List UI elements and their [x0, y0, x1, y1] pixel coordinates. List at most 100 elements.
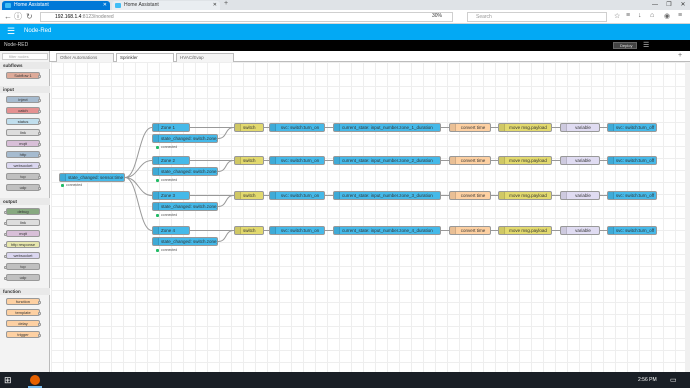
turn-on-node[interactable]: svc: switch:turn_on — [269, 191, 325, 200]
palette-node-link[interactable]: link — [6, 129, 41, 136]
close-tab-icon[interactable]: ✕ — [103, 1, 107, 10]
palette-node-delay[interactable]: delay — [6, 320, 41, 327]
palette-node-link[interactable]: link — [4, 219, 40, 226]
palette-node-port — [4, 221, 7, 225]
convert-time-node[interactable]: convert time — [449, 226, 491, 235]
url-bar[interactable]: 192.168.1.4:8123/nodered — [40, 12, 453, 22]
variable-node[interactable]: variable — [560, 156, 600, 165]
node-red-menu-icon[interactable]: ☰ — [643, 41, 649, 49]
move-payload-node[interactable]: move msg.payload — [498, 156, 552, 165]
browser-menu-icon[interactable]: ≡ — [678, 12, 682, 19]
palette-node-mqtt[interactable]: mqtt — [6, 140, 41, 147]
turn-off-node[interactable]: svc: switch:turn_off — [607, 191, 657, 200]
palette-node-udp[interactable]: udp — [6, 184, 41, 191]
tab-other-automations[interactable]: Other Automations — [56, 53, 114, 62]
hamburger-menu-icon[interactable]: ☰ — [7, 26, 15, 37]
palette-node-websocket[interactable]: websocket — [6, 162, 41, 169]
search-input[interactable]: Search — [467, 12, 607, 22]
turn-off-node[interactable]: svc: switch:turn_off — [607, 226, 657, 235]
turn-on-node[interactable]: svc: switch:turn_on — [269, 226, 325, 235]
convert-time-node[interactable]: convert time — [449, 156, 491, 165]
palette-category-output[interactable]: output — [0, 198, 50, 205]
canvas-scrollbar[interactable] — [685, 62, 690, 372]
info-icon[interactable]: ⓘ — [14, 12, 22, 22]
switch-state-node[interactable]: state_changed: switch.zone_4 — [152, 237, 218, 246]
zone-inject-node[interactable]: Zone 1 — [152, 123, 190, 132]
switch-node[interactable]: switch — [234, 156, 264, 165]
variable-node[interactable]: variable — [560, 226, 600, 235]
zoom-level[interactable]: 30% — [432, 13, 442, 19]
current-state-node[interactable]: current_state: input_number.zone_1_durat… — [333, 123, 441, 132]
star-icon[interactable]: ☆ — [614, 12, 620, 20]
switch-state-node[interactable]: state_changed: switch.zone_3 — [152, 202, 218, 211]
turn-on-node[interactable]: svc: switch:turn_on — [269, 123, 325, 132]
turn-off-node[interactable]: svc: switch:turn_off — [607, 123, 657, 132]
maximize-button[interactable]: ❐ — [662, 0, 676, 10]
palette-node-function[interactable]: function — [6, 298, 41, 305]
tab-sprinkler[interactable]: Sprinkler — [116, 53, 174, 62]
convert-time-node[interactable]: convert time — [449, 191, 491, 200]
add-flow-button[interactable]: + — [678, 52, 682, 59]
turn-on-node-label: svc: switch:turn_on — [280, 125, 320, 130]
palette-node-template[interactable]: template — [6, 309, 41, 316]
zone-inject-node[interactable]: Zone 3 — [152, 191, 190, 200]
minimize-button[interactable]: — — [648, 0, 662, 10]
tab-hvac-evap[interactable]: HVAC/Evap — [176, 53, 234, 62]
palette-node-subflow-1[interactable]: Subflow 1 — [6, 72, 41, 79]
flow-canvas[interactable]: state_changed: sensor.time connected Zone … — [51, 62, 685, 372]
current-state-node[interactable]: current_state: input_number.zone_4_durat… — [333, 226, 441, 235]
turn-on-node[interactable]: svc: switch:turn_on — [269, 156, 325, 165]
new-tab-button[interactable]: + — [224, 0, 228, 7]
notification-icon[interactable]: ▭ — [670, 376, 677, 384]
trigger-node[interactable]: state_changed: sensor.time — [59, 173, 125, 182]
palette-category-subflows[interactable]: subflows — [0, 62, 50, 69]
back-arrow-icon[interactable]: ← — [4, 12, 12, 22]
switch-state-node[interactable]: state_changed: switch.zone_1 — [152, 134, 218, 143]
extension-icon[interactable]: ◉ — [664, 12, 670, 20]
variable-node-label: variable — [575, 125, 591, 130]
reading-list-icon[interactable]: ≡ — [626, 12, 630, 19]
switch-node[interactable]: switch — [234, 123, 264, 132]
deploy-button[interactable]: Deploy — [613, 42, 637, 49]
zone-inject-node[interactable]: Zone 2 — [152, 156, 190, 165]
palette-node-trigger[interactable]: trigger — [6, 331, 41, 338]
close-window-button[interactable]: ✕ — [676, 0, 690, 10]
browser-tab-home-assistant-1[interactable]: Home Assistant ✕ — [2, 1, 110, 10]
palette-node-http-response[interactable]: http response — [4, 241, 40, 248]
move-payload-node[interactable]: move msg.payload — [498, 226, 552, 235]
switch-node[interactable]: switch — [234, 226, 264, 235]
variable-node[interactable]: variable — [560, 191, 600, 200]
node-status: connected — [156, 145, 177, 149]
turn-off-node[interactable]: svc: switch:turn_off — [607, 156, 657, 165]
close-tab-icon[interactable]: ✕ — [213, 1, 217, 10]
zone-inject-node-icon — [153, 124, 159, 131]
palette-node-debug[interactable]: debug — [4, 208, 40, 215]
firefox-taskbar-icon[interactable] — [30, 375, 40, 385]
switch-state-node[interactable]: state_changed: switch.zone_2 — [152, 167, 218, 176]
convert-time-node[interactable]: convert time — [449, 123, 491, 132]
home-icon[interactable]: ⌂ — [650, 12, 654, 19]
palette-node-status[interactable]: status — [6, 118, 41, 125]
current-state-node[interactable]: current_state: input_number.zone_3_durat… — [333, 191, 441, 200]
palette-node-tcp[interactable]: tcp — [4, 263, 40, 270]
palette-node-udp[interactable]: udp — [4, 274, 40, 281]
browser-tab-home-assistant-2[interactable]: Home Assistant ✕ — [112, 1, 220, 10]
palette-node-websocket[interactable]: websocket — [4, 252, 40, 259]
palette-node-inject[interactable]: inject — [6, 96, 41, 103]
palette-category-function[interactable]: function — [0, 288, 50, 295]
reload-icon[interactable]: ↻ — [26, 12, 33, 22]
variable-node[interactable]: variable — [560, 123, 600, 132]
download-icon[interactable]: ↓ — [638, 12, 642, 19]
palette-node-catch[interactable]: catch — [6, 107, 41, 114]
current-state-node[interactable]: current_state: input_number.zone_2_durat… — [333, 156, 441, 165]
switch-node[interactable]: switch — [234, 191, 264, 200]
windows-start-icon[interactable]: ⊞ — [4, 375, 12, 386]
palette-category-input[interactable]: input — [0, 86, 50, 93]
move-payload-node[interactable]: move msg.payload — [498, 191, 552, 200]
move-payload-node[interactable]: move msg.payload — [498, 123, 552, 132]
filter-nodes-input[interactable]: filter nodes — [2, 53, 48, 60]
palette-node-mqtt[interactable]: mqtt — [4, 230, 40, 237]
palette-node-http[interactable]: http — [6, 151, 41, 158]
zone-inject-node[interactable]: Zone 4 — [152, 226, 190, 235]
palette-node-tcp[interactable]: tcp — [6, 173, 41, 180]
